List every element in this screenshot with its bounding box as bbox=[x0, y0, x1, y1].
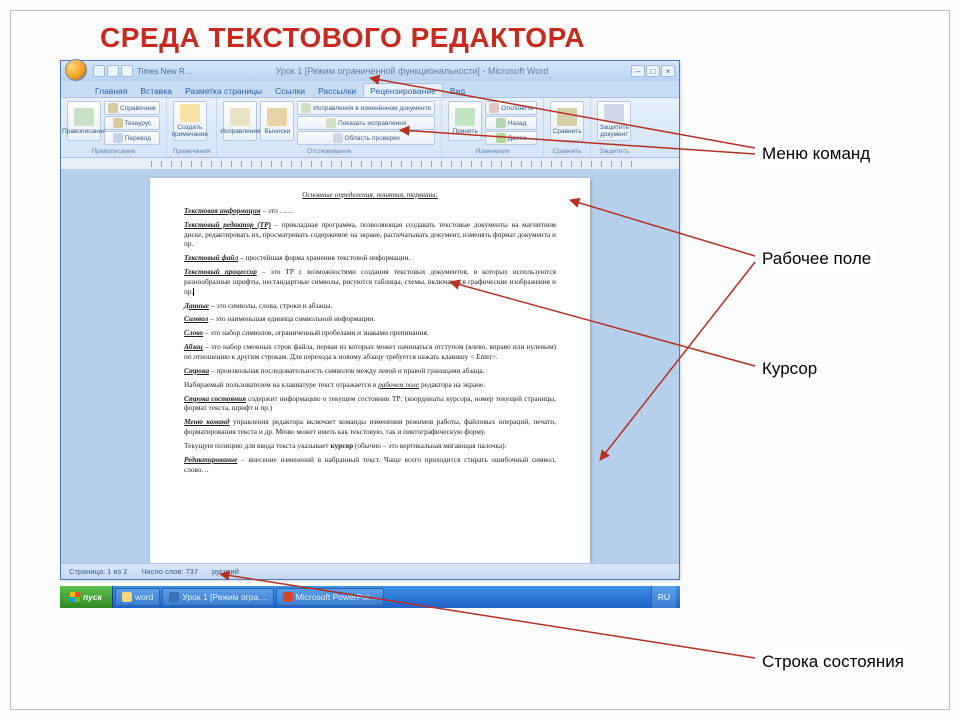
tab-layout[interactable]: Разметка страницы bbox=[179, 84, 268, 97]
panel-icon bbox=[333, 133, 343, 143]
quick-access-toolbar[interactable] bbox=[93, 65, 133, 77]
book-icon bbox=[108, 103, 118, 113]
prev-icon bbox=[496, 118, 506, 128]
callout-statusbar: Строка состояния bbox=[758, 650, 908, 674]
balloons-icon bbox=[267, 108, 287, 126]
windows-logo-icon bbox=[70, 592, 80, 602]
status-words[interactable]: Число слов: 737 bbox=[141, 567, 198, 576]
office-button[interactable] bbox=[65, 59, 87, 81]
track-icon bbox=[230, 108, 250, 126]
compare-icon bbox=[557, 108, 577, 126]
show-markup-button[interactable]: Показать исправления bbox=[297, 116, 435, 130]
status-language[interactable]: русский bbox=[212, 567, 239, 576]
callout-menu: Меню команд bbox=[758, 142, 874, 166]
group-label: Изменения bbox=[448, 147, 537, 155]
status-page[interactable]: Страница: 1 из 2 bbox=[69, 567, 127, 576]
shield-icon bbox=[604, 104, 624, 122]
compare-button[interactable]: Сравнить bbox=[550, 101, 584, 141]
qat-font-name[interactable]: Times New R… bbox=[137, 67, 193, 76]
horizontal-ruler[interactable] bbox=[61, 158, 679, 170]
folder-icon bbox=[122, 592, 132, 602]
maximize-button[interactable]: □ bbox=[646, 65, 660, 77]
title-bar: Times New R… Урок 1 [Режим ограниченной … bbox=[61, 61, 679, 81]
reviewing-pane-button[interactable]: Область проверки bbox=[297, 131, 435, 145]
tray-lang[interactable]: RU bbox=[658, 592, 670, 602]
powerpoint-icon bbox=[283, 592, 293, 602]
thesaurus-button[interactable]: Тезаурус bbox=[104, 116, 160, 130]
taskbar-item-word[interactable]: Урок 1 [Режим огра… bbox=[162, 588, 273, 606]
word-window: Times New R… Урок 1 [Режим ограниченной … bbox=[60, 60, 680, 580]
windows-taskbar: пуск word Урок 1 [Режим огра… Microsoft … bbox=[60, 586, 680, 608]
start-button[interactable]: пуск bbox=[60, 586, 113, 608]
group-label: Сравнить bbox=[550, 147, 584, 155]
markup-icon bbox=[326, 118, 336, 128]
status-bar: Страница: 1 из 2 Число слов: 737 русский bbox=[61, 563, 679, 579]
system-tray[interactable]: RU bbox=[651, 586, 676, 608]
spelling-button[interactable]: Правописание bbox=[67, 101, 101, 141]
next-change-button[interactable]: Далее bbox=[485, 131, 537, 145]
doc-heading: Основные определения, понятия, термины: bbox=[184, 190, 556, 200]
taskbar-item-folder[interactable]: word bbox=[115, 588, 160, 606]
reject-button[interactable]: Отклонить bbox=[485, 101, 537, 115]
tab-references[interactable]: Ссылки bbox=[269, 84, 311, 97]
ribbon: Правописание Справочник Тезаурус Перевод… bbox=[61, 97, 679, 158]
accept-icon bbox=[455, 108, 475, 126]
tab-review[interactable]: Рецензирование bbox=[363, 83, 443, 97]
track-changes-button[interactable]: Исправления bbox=[223, 101, 257, 141]
group-changes: Принять Отклонить Назад Далее Изменения bbox=[442, 98, 544, 157]
translate-icon bbox=[113, 133, 123, 143]
minimize-button[interactable]: – bbox=[631, 65, 645, 77]
protect-button[interactable]: Защитить документ bbox=[597, 101, 631, 141]
callout-workfield: Рабочее поле bbox=[758, 247, 875, 271]
group-tracking: Исправления Выноски Исправления в изменё… bbox=[217, 98, 442, 157]
ribbon-tabs: Главная Вставка Разметка страницы Ссылки… bbox=[61, 81, 679, 97]
group-label: Правописание bbox=[67, 147, 160, 155]
comment-icon bbox=[180, 104, 200, 122]
group-protect: Защитить документ Защитить bbox=[591, 98, 637, 157]
tab-home[interactable]: Главная bbox=[89, 84, 133, 97]
tab-view[interactable]: Вид bbox=[444, 84, 471, 97]
thesaurus-icon bbox=[113, 118, 123, 128]
close-button[interactable]: × bbox=[661, 65, 675, 77]
balloons-button[interactable]: Выноски bbox=[260, 101, 294, 141]
group-label: Примечания bbox=[173, 147, 211, 155]
work-area[interactable]: Основные определения, понятия, термины: … bbox=[61, 170, 679, 563]
prev-change-button[interactable]: Назад bbox=[485, 116, 537, 130]
callout-cursor: Курсор bbox=[758, 357, 821, 381]
tab-insert[interactable]: Вставка bbox=[134, 84, 178, 97]
tab-mailings[interactable]: Рассылки bbox=[312, 84, 362, 97]
word-icon bbox=[169, 592, 179, 602]
group-proofing: Правописание Справочник Тезаурус Перевод… bbox=[61, 98, 167, 157]
qat-undo-icon[interactable] bbox=[107, 65, 119, 77]
abc-check-icon bbox=[74, 108, 94, 126]
reject-icon bbox=[489, 103, 499, 113]
group-label: Защитить bbox=[597, 147, 631, 155]
display-review-button[interactable]: Исправления в изменённом документе bbox=[297, 101, 435, 115]
taskbar-item-powerpoint[interactable]: Microsoft PowerPoi… bbox=[276, 588, 385, 606]
qat-save-icon[interactable] bbox=[93, 65, 105, 77]
accept-button[interactable]: Принять bbox=[448, 101, 482, 141]
next-icon bbox=[496, 133, 506, 143]
group-label: Отслеживание bbox=[223, 147, 435, 155]
document-title: Урок 1 [Режим ограниченной функционально… bbox=[197, 66, 627, 76]
group-compare: Сравнить Сравнить bbox=[544, 98, 591, 157]
new-comment-button[interactable]: Создать примечание bbox=[173, 101, 207, 141]
text-cursor bbox=[193, 288, 194, 296]
research-button[interactable]: Справочник bbox=[104, 101, 160, 115]
qat-redo-icon[interactable] bbox=[121, 65, 133, 77]
document-page[interactable]: Основные определения, понятия, термины: … bbox=[150, 178, 590, 563]
slide-title: СРЕДА ТЕКСТОВОГО РЕДАКТОРА bbox=[100, 22, 585, 54]
translate-button[interactable]: Перевод bbox=[104, 131, 160, 145]
group-comments: Создать примечание Примечания bbox=[167, 98, 218, 157]
doc-icon bbox=[301, 103, 311, 113]
